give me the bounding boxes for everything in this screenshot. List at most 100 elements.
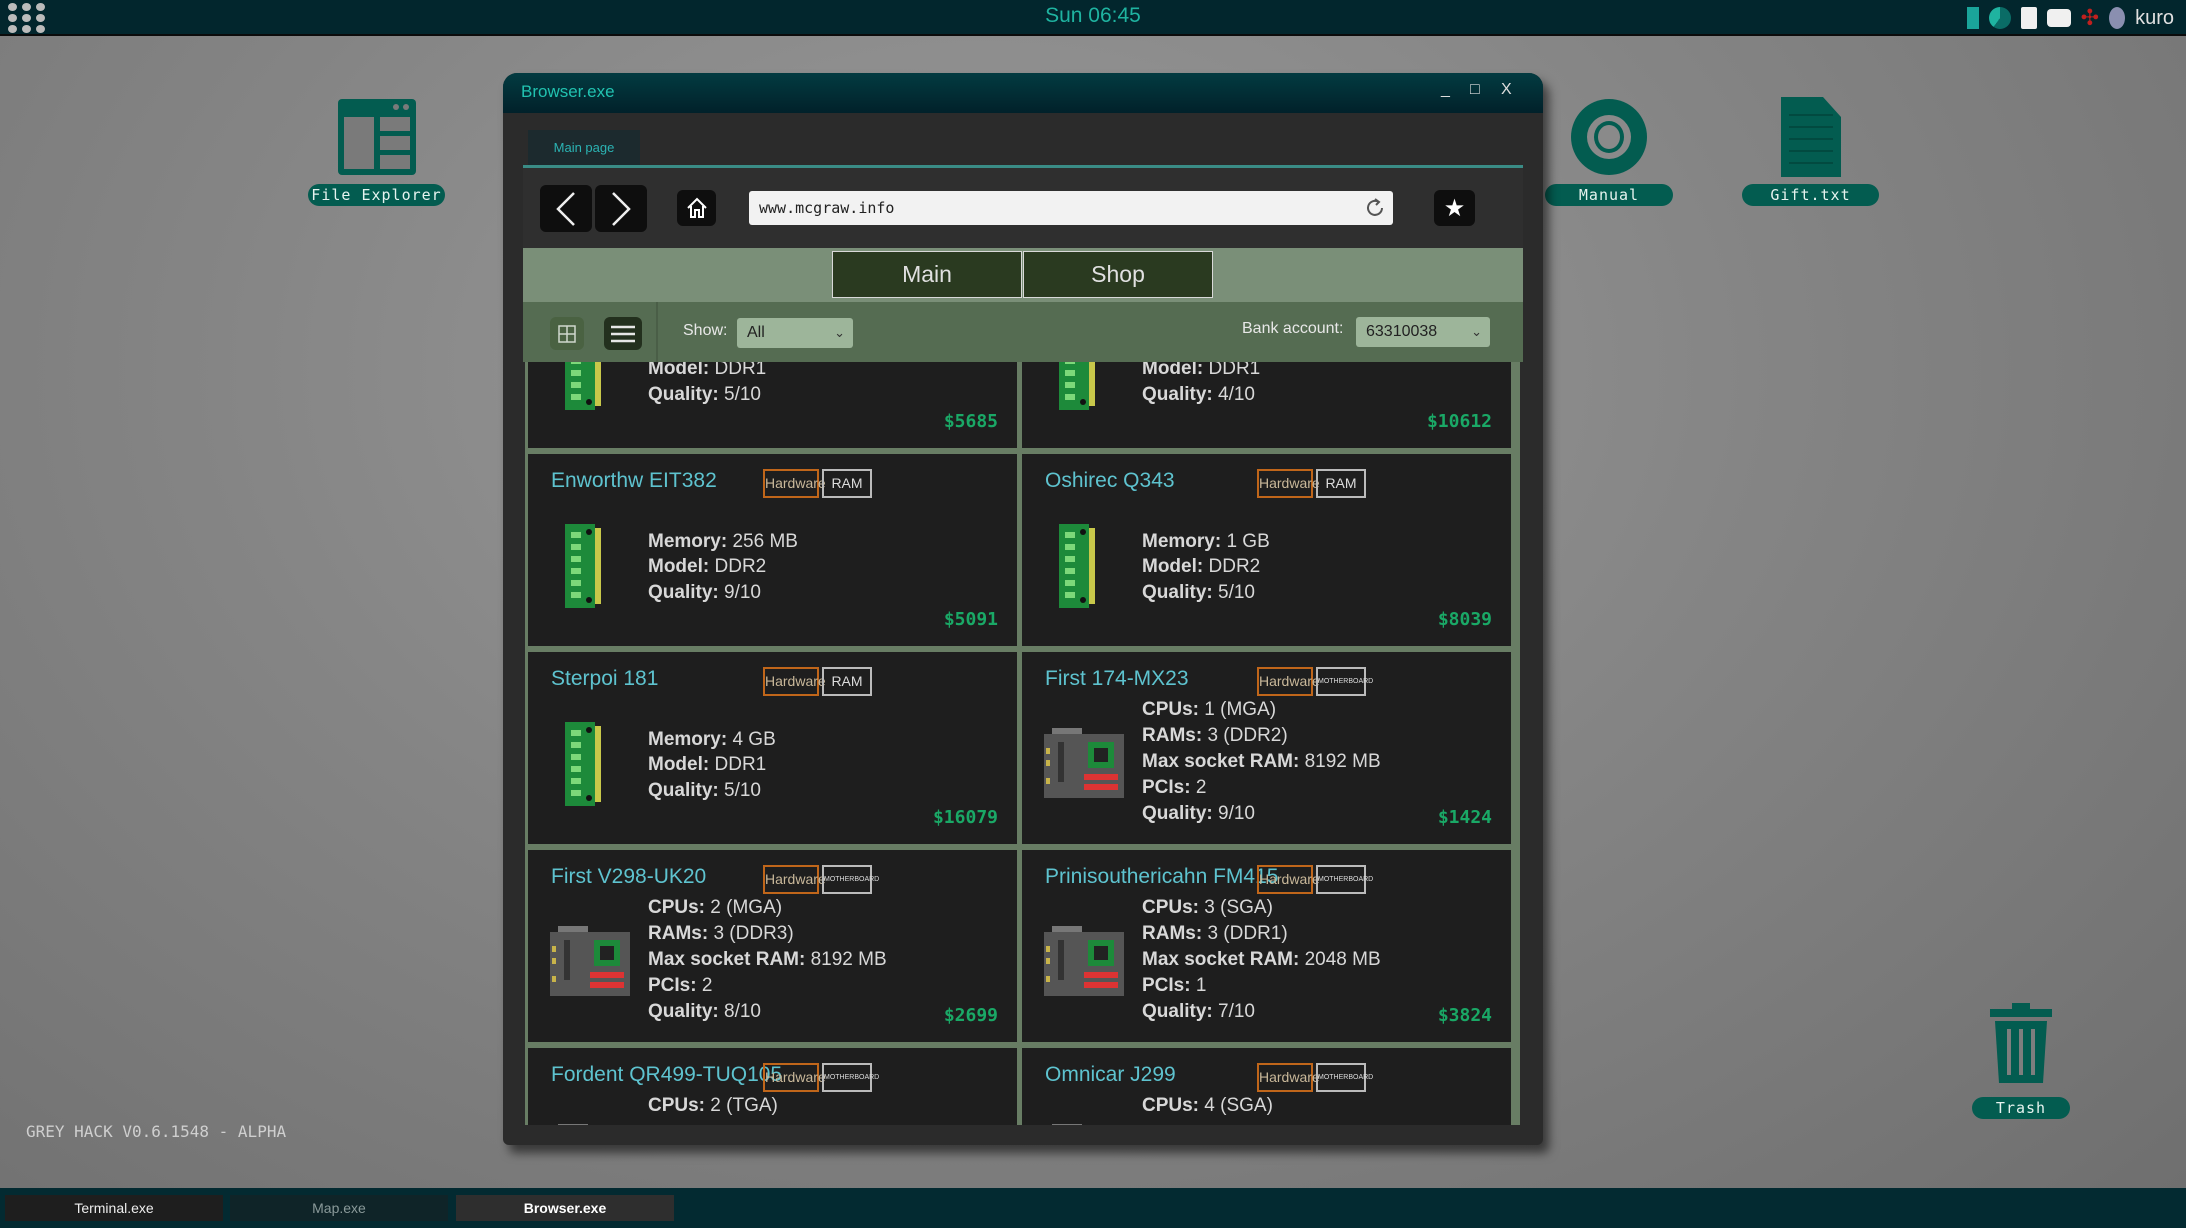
tag-hardware: Hardware [1257,469,1320,498]
clock: Sun 06:45 [1045,4,1141,27]
tab-main-page[interactable]: Main page [528,130,640,165]
desktop-icon-manual[interactable]: Manual [1545,97,1673,206]
list-view-button[interactable] [604,317,642,350]
spec-label: Max socket RAM: [1142,751,1300,772]
ram-stick-icon [565,362,601,415]
show-select[interactable]: All ⌄ [737,318,853,348]
taskbar-item-browser[interactable]: Browser.exe [456,1195,674,1221]
product-spec: CPUs: 4 (SGA) [1142,1095,1273,1117]
desktop-icon-label: Trash [1972,1097,2070,1119]
forward-button[interactable] [595,185,647,232]
product-name[interactable]: Enworthw EIT382 [551,469,717,493]
spec-label: Model: [1142,362,1204,379]
spec-label: CPUs: [1142,897,1200,918]
back-button[interactable] [540,185,592,232]
file-explorer-icon [337,99,416,175]
spec-label: CPUs: [1142,699,1200,720]
spec-value: 1 GB [1221,531,1270,552]
spec-value: 4/10 [1212,384,1255,405]
product-price: $16079 [932,807,998,828]
spec-value: DDR1 [1203,362,1261,379]
reload-icon[interactable] [1363,196,1387,220]
grid-view-button[interactable] [550,317,584,350]
product-spec: RAMs: 3 (DDR3) [648,923,794,945]
user-icon[interactable] [2109,7,2126,29]
spec-label: CPUs: [1142,1095,1200,1116]
product-card[interactable]: HardwareRAMModel: DDR1Quality: 5/10$5685 [528,362,1017,448]
product-name[interactable]: First V298-UK20 [551,865,706,889]
spec-value: 8192 MB [1299,751,1381,772]
spec-label: Quality: [1142,384,1213,405]
maximize-button[interactable]: □ [1470,81,1480,99]
site-tab-shop[interactable]: Shop [1023,251,1213,298]
product-card[interactable]: HardwareRAMModel: DDR1Quality: 4/10$1061… [1022,362,1511,448]
spec-label: RAMs: [1142,725,1203,746]
product-card[interactable]: Enworthw EIT382 Hardware RAM Memory: 256 MB… [528,454,1017,646]
show-value: All [747,324,765,341]
close-button[interactable]: X [1501,81,1512,99]
network-icon[interactable] [1988,7,2011,29]
product-name[interactable]: Omnicar J299 [1045,1063,1176,1087]
bank-account-label: Bank account: [1242,320,1344,337]
product-name[interactable]: Sterpoi 181 [551,667,658,691]
clipboard-icon[interactable] [2020,7,2037,29]
desktop-icon-file-explorer[interactable]: File Explorer [308,97,445,206]
list-icon [611,325,635,342]
tag-motherboard: MOTHERBOARD [1316,667,1373,696]
product-card[interactable]: Sterpoi 181 Hardware RAM Memory: 4 GB Model:… [528,652,1017,844]
product-spec: CPUs: 2 (MGA) [648,897,782,919]
spec-label: Quality: [1142,582,1213,603]
motherboard-icon [1044,728,1124,803]
spec-value: 8/10 [718,1001,761,1022]
product-spec: Quality: 7/10 [1142,1001,1255,1023]
product-card[interactable]: Oshirec Q343 Hardware RAM Memory: 1 GB Model… [1022,454,1511,646]
spec-value: 1 [1190,975,1207,996]
tag-ram: RAM [1316,469,1366,498]
product-card[interactable]: Omnicar J299 Hardware MOTHERBOARD CPUs: 4 (… [1022,1048,1511,1125]
alert-icon[interactable]: ✣ [2081,6,2099,31]
desktop-icon-label: Gift.txt [1742,184,1879,206]
site-tab-main[interactable]: Main [832,251,1022,298]
product-name[interactable]: Prinisouthericahn FM415 [1045,865,1278,889]
product-card[interactable]: Prinisouthericahn FM415 Hardware MOTHERBOA… [1022,850,1511,1042]
battery-icon[interactable] [1966,7,1979,29]
desktop-icon-label: Manual [1545,184,1673,206]
bookmark-button[interactable]: ★ [1434,190,1475,226]
product-spec: Quality: 9/10 [1142,803,1255,825]
product-card[interactable]: First V298-UK20 Hardware MOTHERBOARD CPUs: … [528,850,1017,1042]
tag-motherboard: MOTHERBOARD [822,865,879,894]
product-spec: Memory: 1 GB [1142,531,1270,553]
tag-motherboard: MOTHERBOARD [1316,1063,1373,1092]
spec-label: PCIs: [1142,777,1191,798]
system-tray: ✣ kuro [1966,4,2174,32]
product-price: $1424 [1437,807,1492,828]
bank-account-select[interactable]: 63310038 ⌄ [1356,317,1490,347]
url-input[interactable]: www.mcgraw.info [749,191,1393,225]
minimize-button[interactable]: _ [1441,81,1450,99]
product-spec: CPUs: 3 (SGA) [1142,897,1273,919]
spec-value: 2048 MB [1299,949,1381,970]
spec-label: RAMs: [1142,923,1203,944]
product-name[interactable]: Oshirec Q343 [1045,469,1175,493]
product-spec: Max socket RAM: 2048 MB [1142,949,1381,971]
taskbar-item-map[interactable]: Map.exe [230,1195,448,1221]
product-card[interactable]: First 174-MX23 Hardware MOTHERBOARD CPUs: 1… [1022,652,1511,844]
tag-motherboard: MOTHERBOARD [822,1063,879,1092]
product-spec: Model: DDR1 [1142,362,1260,380]
username[interactable]: kuro [2135,7,2174,30]
product-spec: CPUs: 1 (MGA) [1142,699,1276,721]
product-name[interactable]: Fordent QR499-TUQ105 [551,1063,782,1087]
star-icon: ★ [1443,194,1466,222]
spec-label: Quality: [1142,1001,1213,1022]
product-spec: Max socket RAM: 8192 MB [1142,751,1381,773]
home-button[interactable] [677,190,716,226]
desktop-icon-gift-txt[interactable]: Gift.txt [1742,97,1879,206]
desktop-icon-trash[interactable]: Trash [1972,1003,2070,1119]
taskbar-item-terminal[interactable]: Terminal.exe [5,1195,223,1221]
product-card[interactable]: Fordent QR499-TUQ105 Hardware MOTHERBOARD C… [528,1048,1017,1125]
product-name[interactable]: First 174-MX23 [1045,667,1189,691]
window-titlebar[interactable]: Browser.exe _ □ X [503,73,1543,113]
motherboard-icon [1044,1124,1124,1125]
product-price: $5685 [943,411,998,432]
chat-icon[interactable] [2046,9,2071,27]
